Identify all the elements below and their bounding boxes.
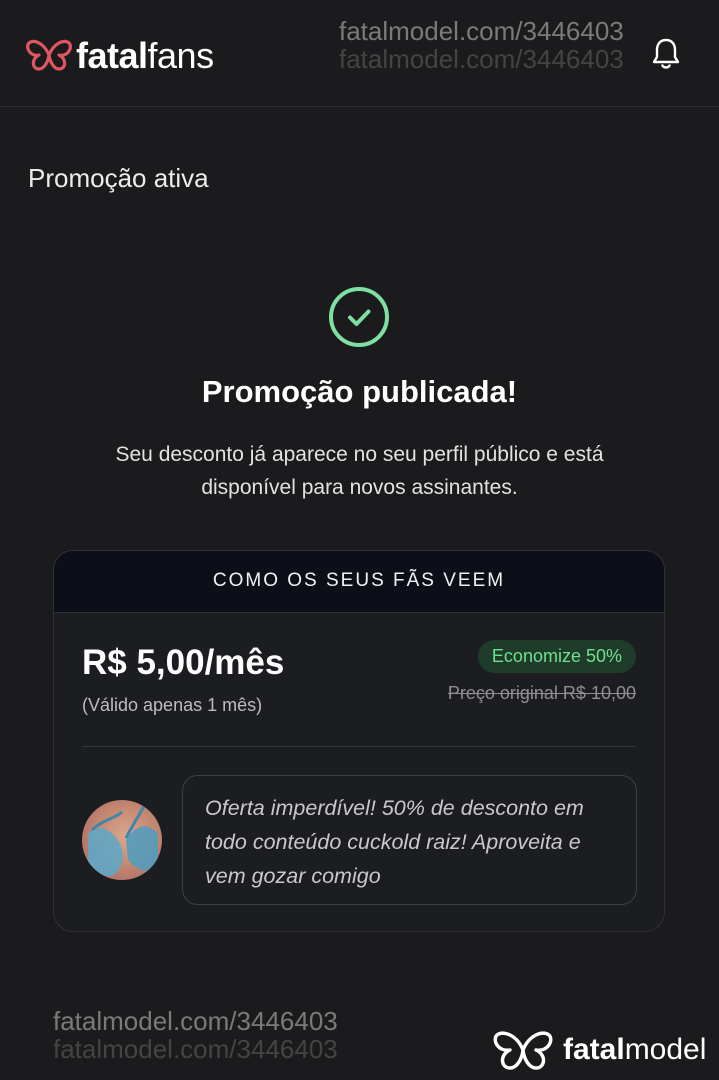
bell-icon[interactable] <box>650 36 682 72</box>
footer-brand-light: model <box>624 1033 707 1066</box>
fan-preview-card: COMO OS SEUS FÃS VEEM R$ 5,00/mês (Válid… <box>53 550 665 932</box>
original-price: Preço original R$ 10,00 <box>447 683 636 703</box>
butterfly-logo-icon[interactable] <box>26 37 72 73</box>
preview-card-heading: COMO OS SEUS FÃS VEEM <box>54 551 664 613</box>
logo-bold: fatal <box>76 35 148 76</box>
footer-brand-bold: fatal <box>563 1033 625 1066</box>
footer-watermark-shadow-text: fatalmodel.com/3446403 <box>53 1034 338 1064</box>
card-divider <box>82 746 636 747</box>
watermark-shadow-text: fatalmodel.com/3446403 <box>339 44 624 74</box>
success-headline: Promoção publicada! <box>201 374 518 409</box>
butterfly-logo-icon <box>493 1031 553 1070</box>
promo-message: Oferta imperdível! 50% de desconto em to… <box>182 775 637 905</box>
footer-brand-text: fatalmodel <box>563 1032 706 1068</box>
check-circle-icon <box>329 287 389 347</box>
brand-logo-text[interactable]: fatalfans <box>76 34 214 78</box>
logo-light: fans <box>147 35 215 76</box>
watermark-text: fatalmodel.com/3446403 <box>339 16 624 46</box>
avatar <box>82 800 162 880</box>
top-bar: fatalfans fatalmodel.com/3446403 fatalmo… <box>0 0 719 107</box>
promo-validity: (Válido apenas 1 mês) <box>82 695 263 715</box>
page-title: Promoção ativa <box>28 163 209 193</box>
avatar-image <box>88 805 158 876</box>
promo-price: R$ 5,00/mês <box>82 643 285 682</box>
footer-watermark-text: fatalmodel.com/3446403 <box>53 1006 338 1036</box>
success-description: Seu desconto já aparece no seu perfil pú… <box>115 443 604 499</box>
discount-badge: Economize 50% <box>477 640 636 673</box>
